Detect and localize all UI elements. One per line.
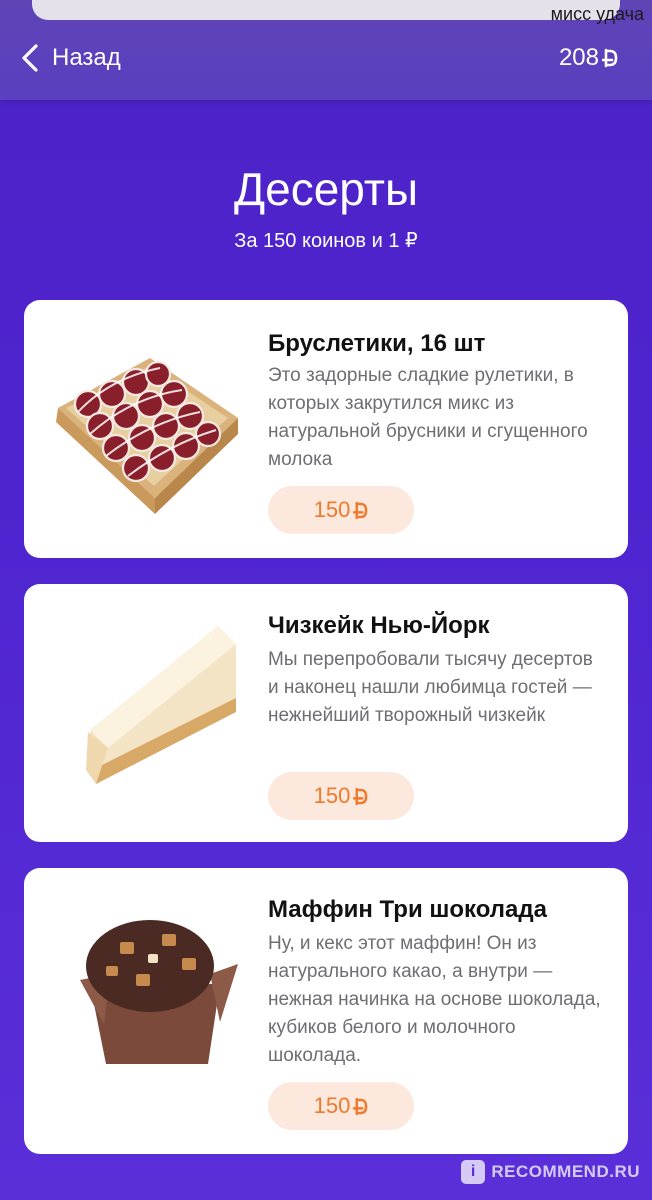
coin-icon	[353, 787, 368, 805]
price-value: 150	[313, 497, 351, 522]
back-label: Назад	[52, 44, 121, 71]
back-button[interactable]: Назад	[18, 42, 121, 74]
product-card[interactable]: Бруслетики, 16 шт Это задорные сладкие р…	[24, 300, 628, 558]
product-card[interactable]: Чизкейк Нью-Йорк Мы перепробовали тысячу…	[24, 584, 628, 842]
cheesecake-image	[86, 626, 236, 784]
site-watermark-text: RECOMMEND.RU	[491, 1162, 640, 1181]
coin-balance: 208	[559, 44, 618, 72]
buy-button[interactable]: 150	[268, 1082, 414, 1130]
page-subtitle: За 150 коинов и 1 ₽	[234, 230, 418, 252]
coin-icon	[353, 501, 368, 519]
product-name: Маффин Три шоколада	[268, 896, 547, 923]
rolls-image	[56, 358, 238, 514]
site-watermark: i RECOMMEND.RU	[461, 1160, 640, 1184]
user-watermark: мисс удача	[550, 4, 644, 24]
muffin-image	[80, 920, 238, 1064]
coin-icon	[353, 1097, 368, 1115]
product-description: Мы перепробовали тысячу десертов и након…	[268, 649, 593, 726]
balance-value: 208	[558, 44, 599, 71]
price-value: 150	[313, 783, 351, 808]
product-name: Бруслетики, 16 шт	[268, 330, 486, 357]
product-name: Чизкейк Нью-Йорк	[268, 612, 490, 639]
buy-button[interactable]: 150	[268, 486, 414, 534]
page-title: Десерты	[233, 163, 419, 215]
chevron-left-icon	[22, 44, 38, 72]
recommend-logo-icon: i	[461, 1160, 486, 1184]
search-bar-remnant	[32, 0, 620, 20]
buy-button[interactable]: 150	[268, 772, 414, 820]
product-description: Это задорные сладкие рулетики, в которых…	[268, 365, 588, 470]
price-value: 150	[313, 1093, 351, 1118]
coin-icon	[602, 48, 618, 68]
product-description: Ну, и кекс этот маффин! Он из натурально…	[268, 933, 601, 1066]
product-card[interactable]: Маффин Три шоколада Ну, и кекс этот мафф…	[24, 868, 628, 1154]
